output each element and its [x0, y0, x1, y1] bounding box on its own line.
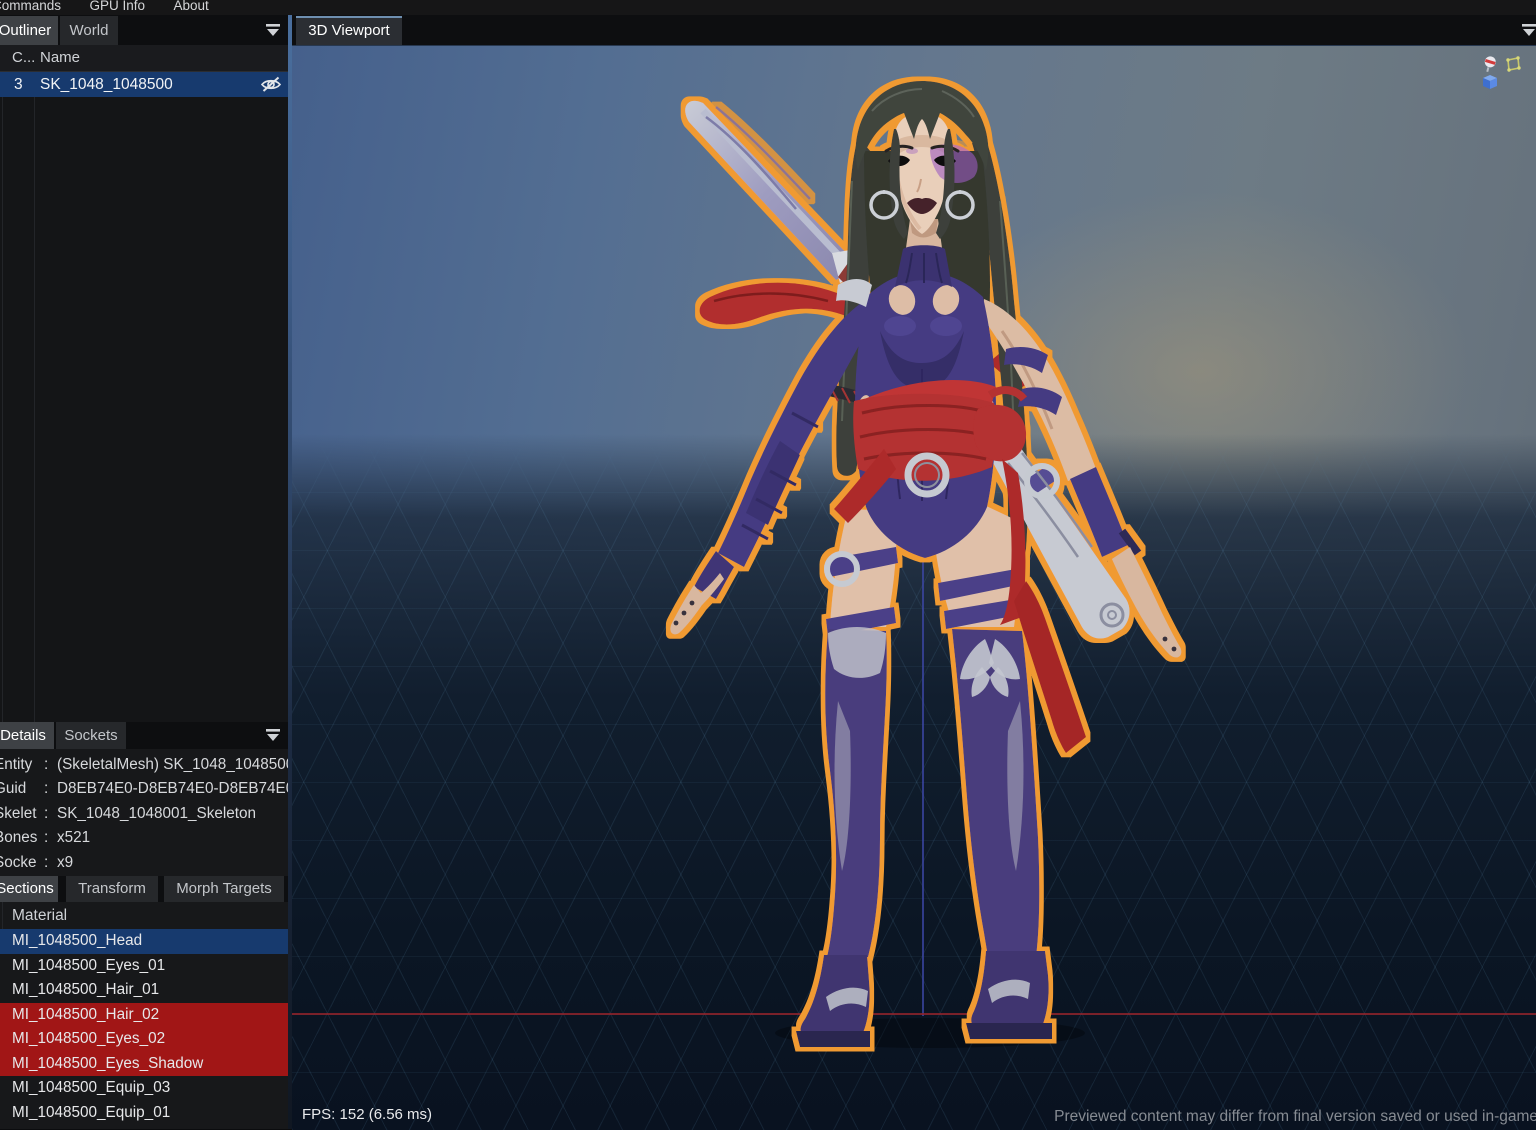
material-row[interactable]: MI_1048500_Equip_03 — [0, 1076, 288, 1101]
tab-sections[interactable]: Sections — [0, 876, 58, 902]
vertices-icon[interactable] — [1505, 55, 1522, 73]
property-entity: Entity:(SkeletalMesh) SK_1048_1048500 — [0, 753, 288, 777]
tab-strip — [0, 15, 1536, 45]
material-list: MI_1048500_Head MI_1048500_Eyes_01 MI_10… — [0, 929, 288, 1129]
bounds-cube-icon[interactable] — [1482, 73, 1499, 91]
tab-details[interactable]: Details — [0, 722, 54, 749]
column-divider — [34, 45, 35, 722]
column-name: Name — [40, 45, 80, 71]
property-bones: Bones:x521 — [0, 826, 288, 850]
viewport-filter-icon[interactable] — [1522, 23, 1536, 42]
row-name: SK_1048_1048500 — [40, 72, 173, 97]
details-filter-icon[interactable] — [266, 728, 281, 747]
column-count: C... — [12, 45, 35, 71]
material-row[interactable]: MI_1048500_Hair_01 — [0, 978, 288, 1003]
tab-morph-targets[interactable]: Morph Targets — [164, 876, 284, 902]
outliner-filter-icon[interactable] — [266, 23, 281, 42]
viewport-canvas[interactable]: FPS: 152 (6.56 ms) Previewed content may… — [292, 45, 1536, 1130]
viewport-toolbar — [1482, 55, 1536, 75]
outliner-row[interactable]: 3 SK_1048_1048500 — [0, 72, 288, 97]
tab-3d-viewport[interactable]: 3D Viewport — [296, 16, 402, 45]
property-guid: Guid:D8EB74E0-D8EB74E0-D8EB74E0-D8EB74E0 — [0, 777, 288, 801]
material-row[interactable]: MI_1048500_Hair_02 — [0, 1003, 288, 1028]
menu-about[interactable]: About — [173, 0, 208, 16]
app-window: Commands GPU Info About Outliner World 3… — [0, 0, 1536, 1129]
preview-disclaimer: Previewed content may differ from final … — [1054, 1108, 1536, 1126]
character-model — [292, 46, 1536, 1130]
material-column-header: Material — [0, 902, 288, 929]
material-row[interactable]: MI_1048500_Equip_01 — [0, 1101, 288, 1126]
sockets-off-icon[interactable] — [1482, 55, 1499, 73]
menu-gpu-info[interactable]: GPU Info — [89, 0, 145, 16]
visibility-off-icon[interactable] — [260, 75, 282, 102]
material-row[interactable]: MI_1048500_Eyes_02 — [0, 1027, 288, 1052]
outliner-panel: C... Name 3 SK_1048_1048500 — [0, 45, 288, 722]
material-row[interactable]: MI_1048500_Eyes_01 — [0, 954, 288, 979]
tab-world[interactable]: World — [60, 16, 118, 45]
column-divider — [2, 45, 3, 722]
property-sockets: Socke:x9 — [0, 851, 288, 875]
tab-outliner[interactable]: Outliner — [0, 16, 58, 45]
material-row[interactable]: MI_1048500_Eyes_Shadow — [0, 1052, 288, 1077]
property-skeleton: Skelet:SK_1048_1048001_Skeleton — [0, 802, 288, 826]
menu-commands[interactable]: Commands — [0, 0, 61, 16]
details-panel: Entity:(SkeletalMesh) SK_1048_1048500 Gu… — [0, 749, 288, 880]
outliner-header: C... Name — [0, 45, 288, 72]
menu-bar: Commands GPU Info About — [0, 0, 1536, 15]
material-row[interactable]: MI_1048500_Head — [0, 929, 288, 954]
tab-transform[interactable]: Transform — [66, 876, 158, 902]
tab-sockets[interactable]: Sockets — [56, 722, 126, 749]
fps-counter: FPS: 152 (6.56 ms) — [302, 1106, 432, 1123]
row-count: 3 — [14, 72, 23, 97]
